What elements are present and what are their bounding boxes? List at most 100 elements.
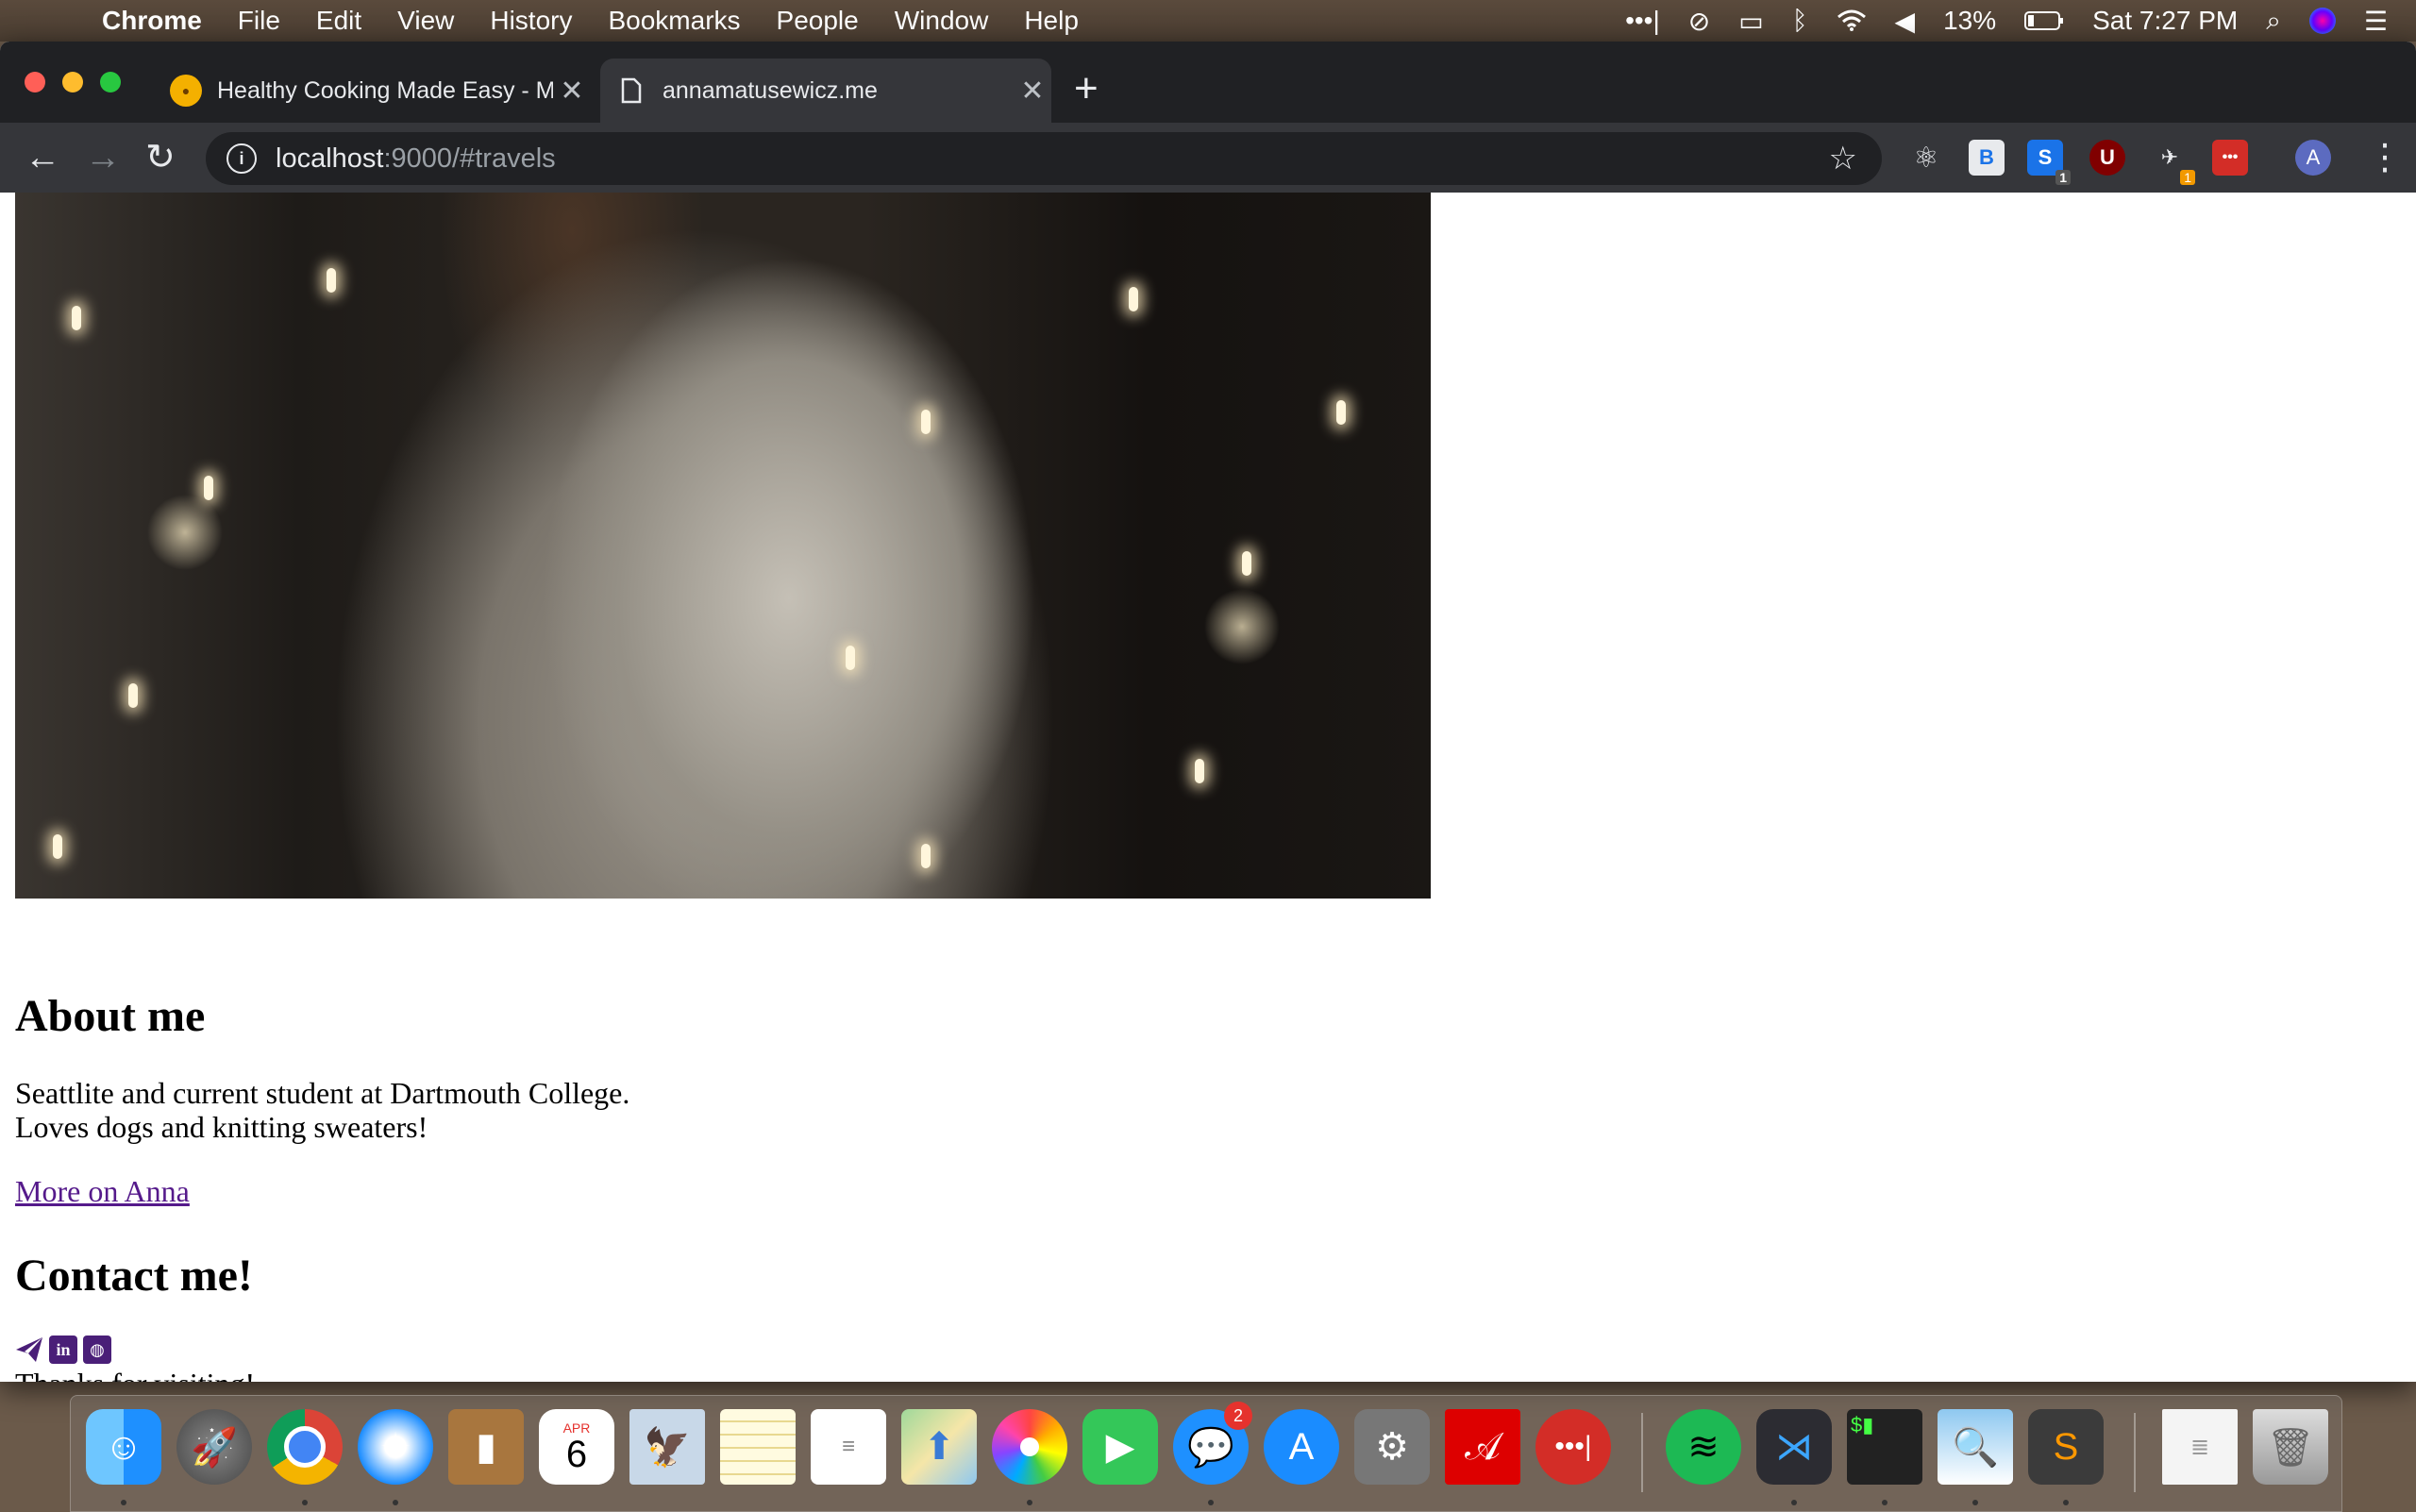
about-heading: About me [15,991,206,1041]
preview-icon[interactable]: 🔍 [1938,1409,2013,1485]
terminal-icon[interactable]: $▮ [1847,1409,1922,1485]
zoom-window-button[interactable] [100,72,121,92]
chrome-window: ● Healthy Cooking Made Easy - M ✕ annama… [0,42,2416,1382]
clock[interactable]: Sat 7:27 PM [2092,6,2238,36]
volume-icon[interactable]: ◀ [1895,6,1916,37]
mail-icon[interactable]: 🦅 [629,1409,705,1485]
ublock-extension-icon[interactable]: U [2089,140,2125,176]
photos-icon[interactable] [992,1409,1067,1485]
linkedin-icon[interactable]: in [49,1336,77,1364]
launchpad-icon[interactable]: 🚀 [176,1409,252,1485]
wifi-icon[interactable] [1837,9,1867,32]
lastpass-extension-icon[interactable]: ••• [2212,140,2248,176]
overflow-dots-icon[interactable]: •••| [1625,6,1660,36]
duck-extension-label: ✈ [2160,145,2179,169]
chrome-menu-icon[interactable]: ⋮ [2367,136,2403,179]
light-sparkle [128,683,138,708]
menu-people[interactable]: People [777,6,859,36]
running-indicator [1208,1500,1214,1505]
contact-icons: in ◍ [15,1336,111,1364]
lastpass-icon[interactable]: •••| [1535,1409,1611,1485]
menu-file[interactable]: File [238,6,280,36]
url-host: localhost [276,143,384,174]
light-sparkle [921,844,931,868]
spotify-icon[interactable]: ≋ [1666,1409,1741,1485]
paper-plane-icon[interactable] [15,1336,43,1364]
bluetooth-icon[interactable]: ᛒ [1792,6,1808,36]
messages-icon[interactable]: 💬 2 [1173,1402,1252,1485]
running-indicator [1972,1500,1978,1505]
app-store-icon[interactable]: A [1264,1409,1339,1485]
cooking-site-favicon-icon: ● [170,75,202,107]
safari-icon[interactable]: ✦ [358,1409,433,1485]
spotlight-search-icon[interactable]: ⌕ [2266,6,2281,37]
minimize-window-button[interactable] [62,72,83,92]
light-sparkle [1242,551,1251,576]
s-extension-badge: 1 [2055,170,2071,185]
b-extension-icon[interactable]: B [1969,140,2005,176]
sublime-text-icon[interactable]: S [2028,1409,2104,1485]
address-bar[interactable]: i localhost :9000/#travels ☆ [206,132,1882,185]
notification-center-icon[interactable]: ☰ [2364,6,2388,37]
menu-view[interactable]: View [397,6,454,36]
light-sparkle [327,268,336,293]
url-path: :9000/#travels [383,143,556,174]
bookmark-star-icon[interactable]: ☆ [1829,140,1857,177]
documents-stack-icon[interactable]: ≣ [2162,1409,2238,1485]
profile-avatar[interactable]: A [2295,140,2331,176]
s-extension-label: S [2038,145,2053,169]
contact-heading: Contact me! [15,1251,253,1301]
site-info-icon[interactable]: i [226,143,257,174]
menu-bookmarks[interactable]: Bookmarks [608,6,740,36]
light-sparkle [1336,400,1346,425]
macos-dock: ☺ 🚀 ✦ ▮ APR 6 🦅 ≡ ⬆ ▶ 💬 2 A ⚙ 𝒜 •••| ≋ ⋊… [70,1395,2342,1512]
new-tab-button[interactable]: + [1074,68,1099,109]
sync-icon[interactable]: ⊘ [1688,6,1710,37]
contacts-icon[interactable]: ▮ [448,1409,524,1485]
battery-percent: 13% [1943,6,1997,35]
menu-window[interactable]: Window [895,6,989,36]
messages-badge: 2 [1224,1402,1252,1430]
chrome-icon[interactable] [267,1409,343,1485]
close-tab-icon[interactable]: ✕ [1014,75,1051,108]
page-viewport[interactable]: About me Seattlite and current student a… [0,193,2416,1382]
tab-title: Healthy Cooking Made Easy - M [217,76,553,104]
menu-app-chrome[interactable]: Chrome [102,6,202,36]
tab-healthy-cooking[interactable]: ● Healthy Cooking Made Easy - M ✕ [155,59,591,123]
duck-extension-icon[interactable]: ✈ 1 [2152,140,2195,185]
reload-button[interactable]: ↻ [145,136,176,179]
siri-icon[interactable] [2308,8,2336,34]
close-window-button[interactable] [25,72,45,92]
menu-edit[interactable]: Edit [316,6,361,36]
notes-icon[interactable] [720,1409,796,1485]
system-preferences-icon[interactable]: ⚙ [1354,1409,1430,1485]
s-extension-icon[interactable]: S1 [2027,140,2071,185]
close-tab-icon[interactable]: ✕ [553,75,591,108]
running-indicator [302,1500,308,1505]
running-indicator [1027,1500,1032,1505]
back-button[interactable]: ← [25,136,60,179]
more-on-anna-link[interactable]: More on Anna [15,1174,190,1208]
reminders-icon[interactable]: ≡ [811,1409,886,1485]
maps-icon[interactable]: ⬆ [901,1409,977,1485]
light-sparkle [53,834,62,859]
finder-icon[interactable]: ☺ [86,1409,161,1485]
airplay-icon[interactable]: ▭ [1738,6,1763,37]
tab-title: annamatusewicz.me [663,76,878,104]
dock-separator [2134,1413,2136,1492]
light-sparkle [846,646,855,670]
calendar-icon[interactable]: APR 6 [539,1409,614,1485]
github-icon[interactable]: ◍ [83,1336,111,1364]
facetime-icon[interactable]: ▶ [1082,1409,1158,1485]
vscode-icon[interactable]: ⋊ [1756,1409,1832,1485]
forward-button[interactable]: → [85,136,121,179]
menu-help[interactable]: Help [1024,6,1079,36]
macos-menu-bar: Chrome File Edit View History Bookmarks … [0,0,2416,42]
light-sparkle [72,306,81,330]
battery-icon[interactable] [2024,10,2064,31]
menu-history[interactable]: History [490,6,572,36]
react-devtools-extension-icon[interactable]: ⚛ [1908,140,1944,176]
acrobat-reader-icon[interactable]: 𝒜 [1445,1409,1520,1485]
tab-annamatusewicz[interactable]: annamatusewicz.me ✕ [600,59,1051,123]
trash-icon[interactable]: 🗑 [2253,1409,2328,1485]
